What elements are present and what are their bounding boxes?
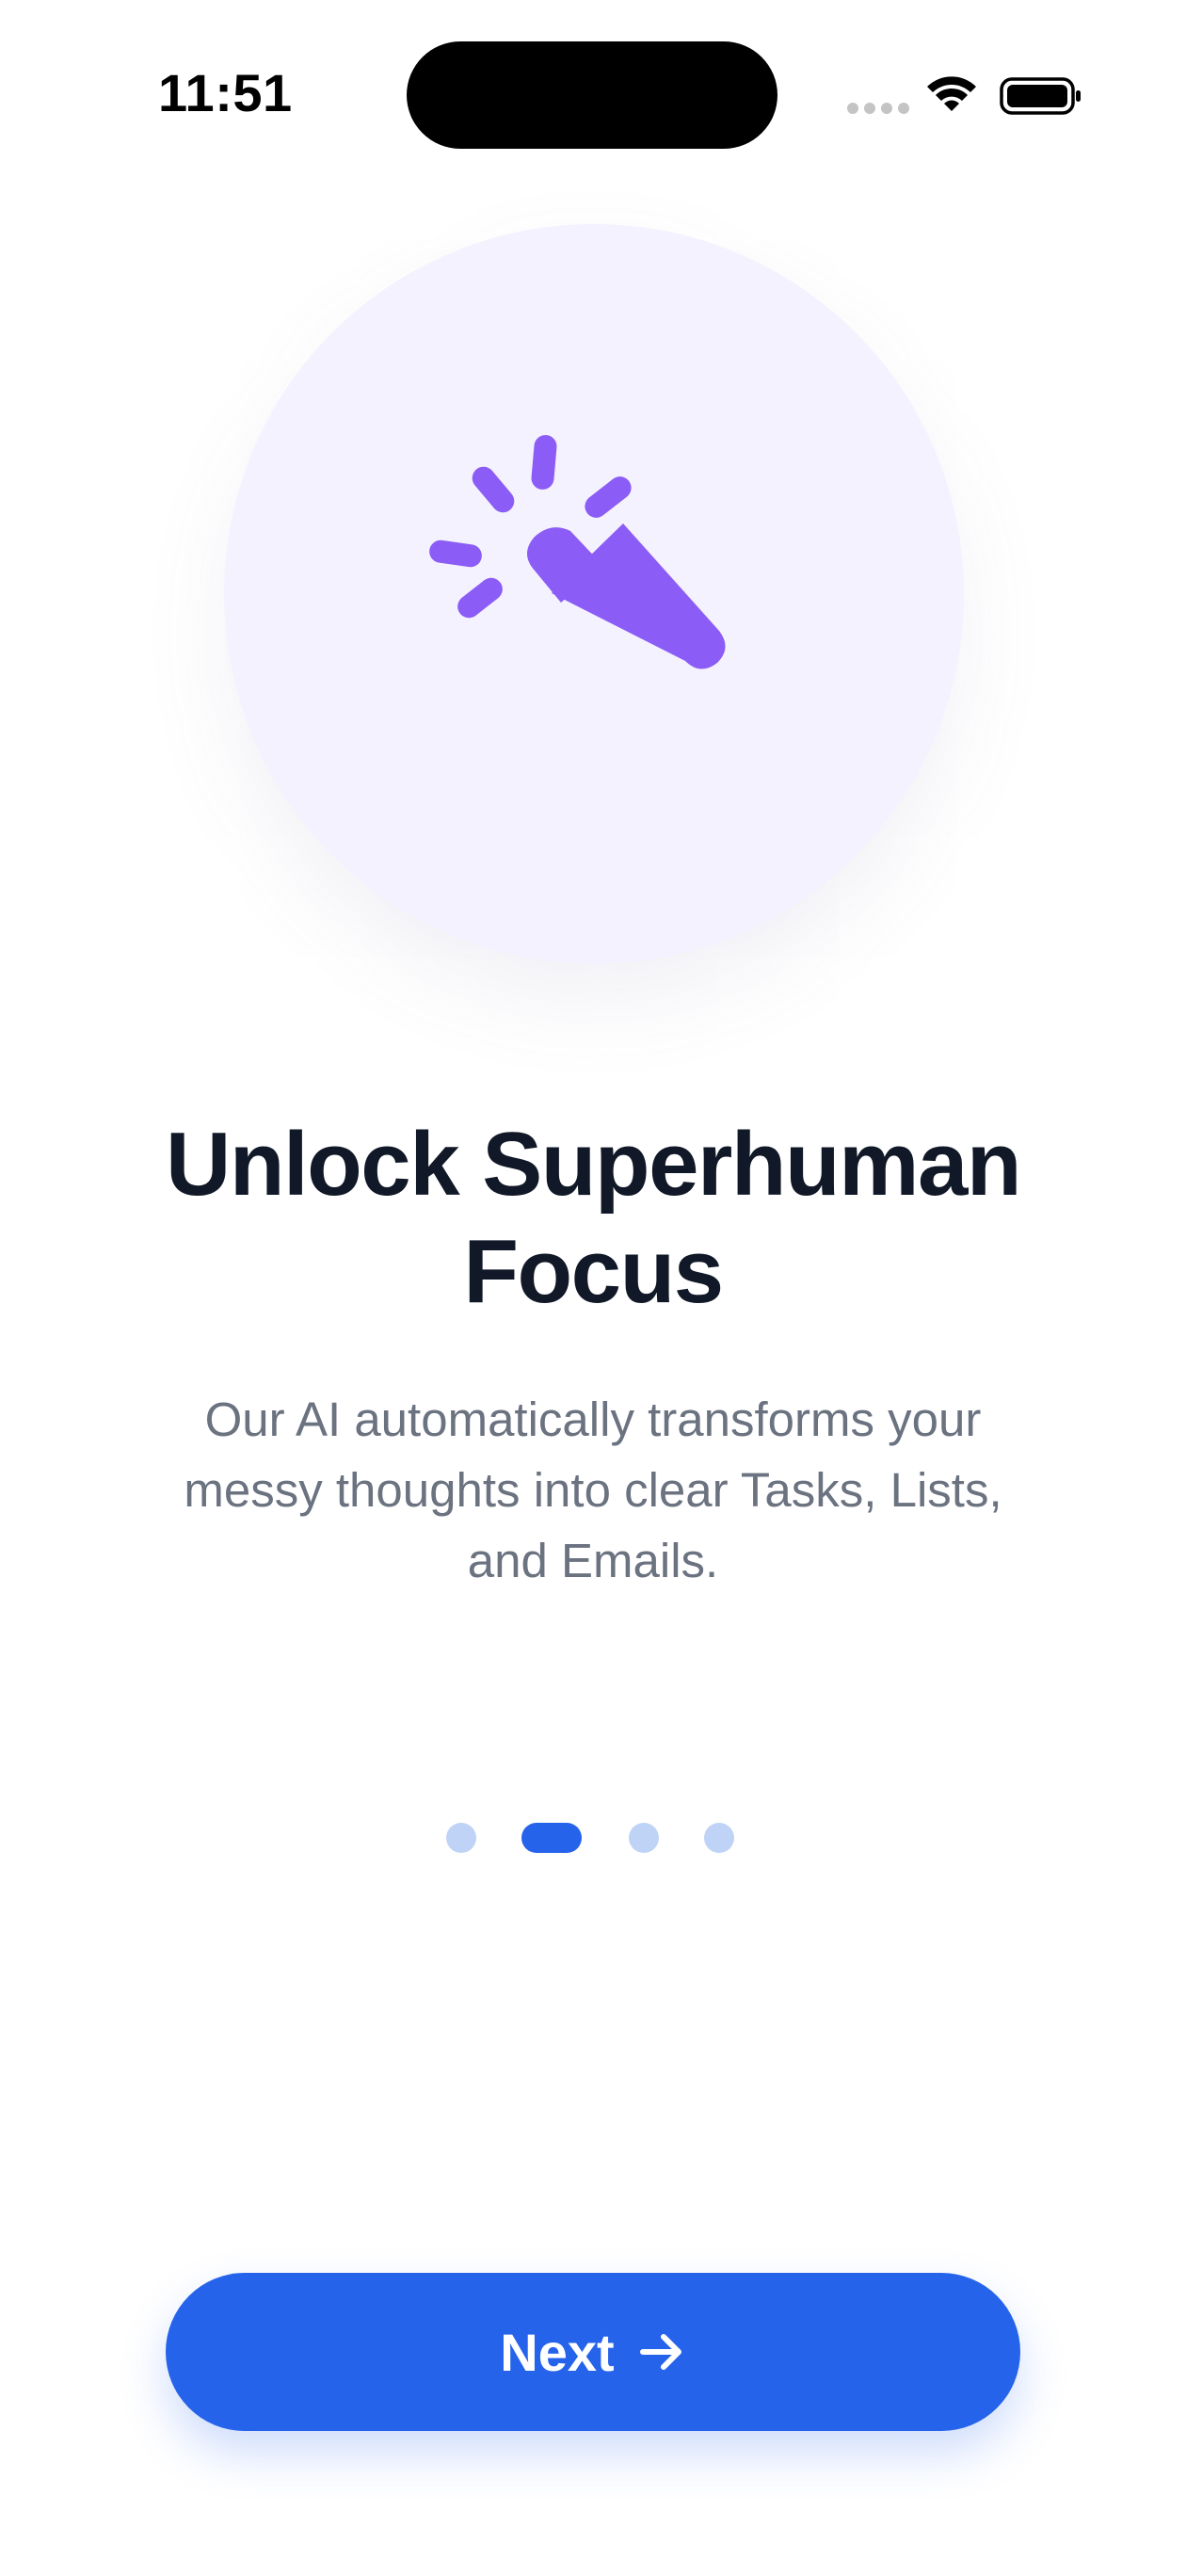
page-dot-3[interactable]	[629, 1823, 659, 1853]
page-subtitle: Our AI automatically transforms your mes…	[184, 1393, 1002, 1587]
signal-icon	[847, 102, 909, 115]
wifi-icon	[927, 76, 976, 111]
magic-wand-icon	[429, 435, 726, 669]
page-dot-1[interactable]	[446, 1823, 476, 1853]
next-button[interactable]: Next	[166, 2273, 1020, 2431]
onboarding-screen: 11:51 Unlock Superhuman Focus Our AI aut…	[0, 0, 1186, 2576]
arrow-right-icon	[639, 2334, 681, 2370]
next-button-label: Next	[500, 2322, 615, 2382]
page-indicator	[0, 1823, 1186, 1853]
page-dot-2-active[interactable]	[521, 1823, 582, 1853]
dynamic-island	[407, 41, 777, 149]
battery-icon	[1000, 77, 1081, 115]
status-time: 11:51	[158, 63, 293, 122]
page-dot-4[interactable]	[704, 1823, 734, 1853]
page-title: Unlock Superhuman Focus	[166, 1114, 1021, 1322]
